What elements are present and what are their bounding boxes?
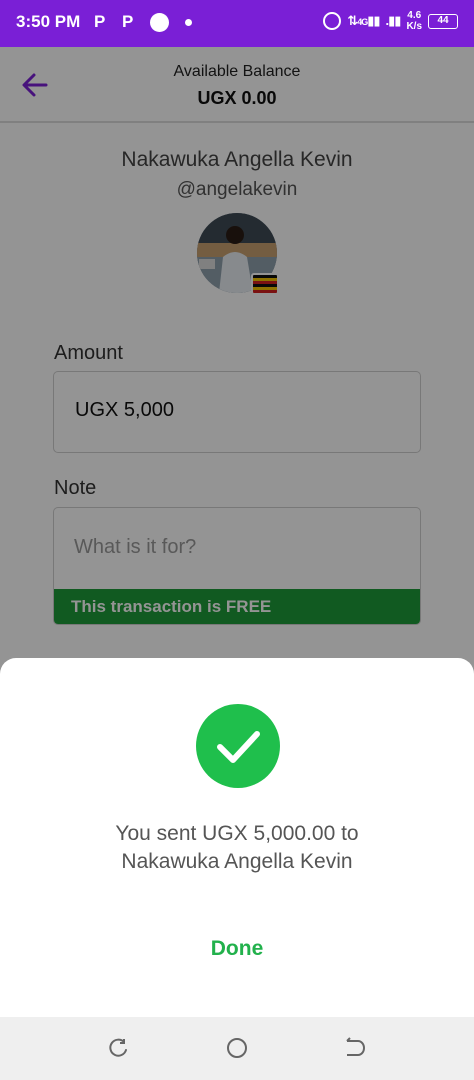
signal-icon: ⇅4G▮▮ (347, 13, 380, 28)
status-icons: ⇅4G▮▮ .▮▮ 4.6 K/s 44 (323, 10, 458, 32)
system-nav-bar (0, 1017, 474, 1080)
network-speed: 4.6 K/s (406, 10, 422, 32)
success-message: You sent UGX 5,000.00 to Nakawuka Angell… (40, 820, 434, 876)
status-bar: 3:50 PM P P ⇅4G▮▮ .▮▮ 4.6 K/s 44 (0, 0, 474, 47)
success-check-icon (196, 704, 280, 788)
parking-app-icon: P (94, 12, 106, 31)
shazam-icon (150, 13, 169, 32)
success-message-line2: Nakawuka Angella Kevin (121, 850, 353, 873)
parking-app-icon-2: P (122, 12, 134, 31)
status-time: 3:50 PM (16, 12, 81, 31)
recent-apps-icon[interactable] (107, 1037, 129, 1059)
success-message-line1: You sent UGX 5,000.00 to (115, 822, 359, 845)
done-button[interactable]: Done (187, 932, 287, 966)
success-dialog: You sent UGX 5,000.00 to Nakawuka Angell… (0, 658, 474, 1017)
more-notifications-dot-icon (185, 19, 192, 26)
back-nav-icon[interactable] (344, 1037, 366, 1059)
home-icon[interactable] (226, 1037, 248, 1059)
signal-icon-2: .▮▮ (385, 13, 402, 28)
alarm-icon (323, 12, 342, 30)
battery-icon: 44 (428, 13, 458, 29)
